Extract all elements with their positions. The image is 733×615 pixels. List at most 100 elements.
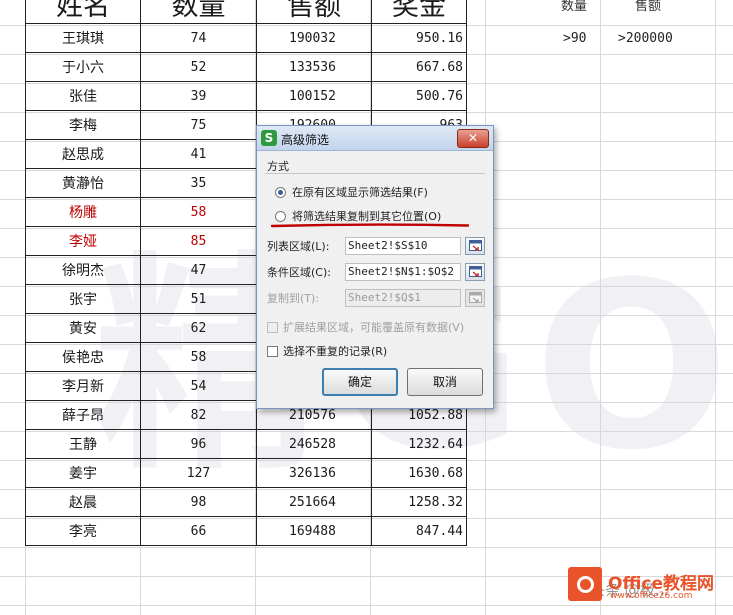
radio-in-place-label: 在原有区域显示筛选结果(F) — [292, 186, 428, 199]
list-range-picker-button[interactable] — [465, 237, 485, 255]
cell-quantity[interactable]: 98 — [140, 487, 257, 517]
table-row[interactable]: 张佳 39 100152 500.76 — [25, 81, 467, 111]
copy-to-row: 复制到(T): Sheet2!$Q$1 — [267, 289, 485, 307]
cell-quantity[interactable]: 41 — [140, 139, 257, 169]
dialog-titlebar[interactable]: S 高级筛选 ✕ — [257, 126, 493, 151]
cell-quantity[interactable]: 39 — [140, 81, 257, 111]
table-row[interactable]: 李亮 66 169488 847.44 — [25, 516, 467, 546]
radio-copy-label: 将筛选结果复制到其它位置(O) — [292, 210, 442, 223]
dialog-title: 高级筛选 — [281, 133, 330, 147]
cell-sales[interactable]: 100152 — [256, 81, 372, 111]
cell-name[interactable]: 王静 — [25, 429, 141, 459]
cell-name[interactable]: 杨雕 — [25, 197, 141, 227]
close-button[interactable]: ✕ — [457, 129, 489, 148]
cell-bonus[interactable]: 1630.68 — [371, 458, 467, 488]
cell-name[interactable]: 赵晨 — [25, 487, 141, 517]
cell-name[interactable]: 张佳 — [25, 81, 141, 111]
unique-records-checkbox[interactable] — [267, 345, 278, 357]
unique-records-checkbox-row[interactable]: 选择不重复的记录(R) — [267, 343, 387, 359]
cell-quantity[interactable]: 58 — [140, 197, 257, 227]
cell-name[interactable]: 李梅 — [25, 110, 141, 140]
cell-sales[interactable]: 251664 — [256, 487, 372, 517]
cell-quantity[interactable]: 54 — [140, 371, 257, 401]
cell-quantity[interactable]: 74 — [140, 23, 257, 53]
cell-name[interactable]: 于小六 — [25, 52, 141, 82]
cell-quantity[interactable]: 127 — [140, 458, 257, 488]
table-row[interactable]: 王静 96 246528 1232.64 — [25, 429, 467, 459]
radio-copy-to-location[interactable]: 将筛选结果复制到其它位置(O) — [275, 208, 441, 224]
table-row[interactable]: 姜宇 127 326136 1630.68 — [25, 458, 467, 488]
cell-sales[interactable]: 169488 — [256, 516, 372, 546]
copy-to-input: Sheet2!$Q$1 — [345, 289, 461, 307]
site-logo: 头条 @极... Office教程网 www.office26.com — [568, 563, 733, 613]
table-row[interactable]: 于小六 52 133536 667.68 — [25, 52, 467, 82]
cell-quantity[interactable]: 96 — [140, 429, 257, 459]
table-row[interactable]: 赵晨 98 251664 1258.32 — [25, 487, 467, 517]
range-picker-icon — [469, 292, 482, 303]
cell-name[interactable]: 薛子昂 — [25, 400, 141, 430]
office-logo-icon — [568, 567, 602, 601]
header-name[interactable]: 姓名 — [25, 0, 141, 24]
table-row[interactable]: 王琪琪 74 190032 950.16 — [25, 23, 467, 53]
cell-sales[interactable]: 326136 — [256, 458, 372, 488]
cell-quantity[interactable]: 85 — [140, 226, 257, 256]
cell-sales[interactable]: 133536 — [256, 52, 372, 82]
radio-copy-indicator[interactable] — [275, 210, 286, 222]
cell-name[interactable]: 李月新 — [25, 371, 141, 401]
cell-name[interactable]: 张宇 — [25, 284, 141, 314]
cancel-button[interactable]: 取消 — [407, 368, 483, 396]
expand-results-checkbox — [267, 321, 278, 333]
cell-quantity[interactable]: 47 — [140, 255, 257, 285]
copy-to-label: 复制到(T): — [267, 292, 320, 305]
cell-bonus[interactable]: 500.76 — [371, 81, 467, 111]
criteria-header-sales[interactable]: 售额 — [635, 0, 661, 14]
criteria-value-sales[interactable]: >200000 — [618, 31, 673, 46]
cell-name[interactable]: 王琪琪 — [25, 23, 141, 53]
cell-bonus[interactable]: 1258.32 — [371, 487, 467, 517]
criteria-range-picker-button[interactable] — [465, 263, 485, 281]
cell-quantity[interactable]: 62 — [140, 313, 257, 343]
cell-quantity[interactable]: 51 — [140, 284, 257, 314]
cell-name[interactable]: 姜宇 — [25, 458, 141, 488]
cell-quantity[interactable]: 82 — [140, 400, 257, 430]
table-header-row: 姓名 数量 售额 奖金 — [25, 0, 467, 24]
cell-quantity[interactable]: 58 — [140, 342, 257, 372]
cell-name[interactable]: 李亮 — [25, 516, 141, 546]
cell-bonus[interactable]: 1232.64 — [371, 429, 467, 459]
cell-name[interactable]: 黄瀞怡 — [25, 168, 141, 198]
cell-name[interactable]: 赵思成 — [25, 139, 141, 169]
cell-name[interactable]: 李娅 — [25, 226, 141, 256]
cell-bonus[interactable]: 667.68 — [371, 52, 467, 82]
cell-name[interactable]: 黄安 — [25, 313, 141, 343]
cell-name[interactable]: 侯艳忠 — [25, 342, 141, 372]
range-picker-icon — [469, 266, 482, 277]
cell-sales[interactable]: 246528 — [256, 429, 372, 459]
header-sales[interactable]: 售额 — [256, 0, 372, 24]
logo-url: www.office26.com — [610, 591, 693, 601]
cell-quantity[interactable]: 66 — [140, 516, 257, 546]
criteria-range-input[interactable]: Sheet2!$N$1:$O$2 — [345, 263, 461, 281]
radio-show-in-place[interactable]: 在原有区域显示筛选结果(F) — [275, 184, 428, 200]
cell-bonus[interactable]: 847.44 — [371, 516, 467, 546]
criteria-range-label: 条件区域(C): — [267, 266, 331, 279]
list-range-row: 列表区域(L): Sheet2!$S$10 — [267, 237, 485, 255]
copy-to-picker-button — [465, 289, 485, 307]
cell-quantity[interactable]: 52 — [140, 52, 257, 82]
cell-name[interactable]: 徐明杰 — [25, 255, 141, 285]
expand-results-checkbox-row: 扩展结果区域，可能覆盖原有数据(V) — [267, 319, 464, 335]
cell-quantity[interactable]: 75 — [140, 110, 257, 140]
list-range-input[interactable]: Sheet2!$S$10 — [345, 237, 461, 255]
group-divider — [265, 173, 485, 174]
criteria-value-quantity[interactable]: >90 — [563, 31, 586, 46]
cell-quantity[interactable]: 35 — [140, 168, 257, 198]
cell-bonus[interactable]: 950.16 — [371, 23, 467, 53]
advanced-filter-dialog: S 高级筛选 ✕ 方式 在原有区域显示筛选结果(F) 将筛选结果复制到其它位置(… — [256, 125, 494, 409]
radio-in-place-indicator[interactable] — [275, 186, 286, 198]
header-bonus[interactable]: 奖金 — [371, 0, 467, 24]
ok-button[interactable]: 确定 — [322, 368, 398, 396]
header-quantity[interactable]: 数量 — [140, 0, 257, 24]
method-group-label: 方式 — [267, 160, 289, 173]
cell-sales[interactable]: 190032 — [256, 23, 372, 53]
criteria-range-row: 条件区域(C): Sheet2!$N$1:$O$2 — [267, 263, 485, 281]
criteria-header-quantity[interactable]: 数量 — [561, 0, 587, 14]
